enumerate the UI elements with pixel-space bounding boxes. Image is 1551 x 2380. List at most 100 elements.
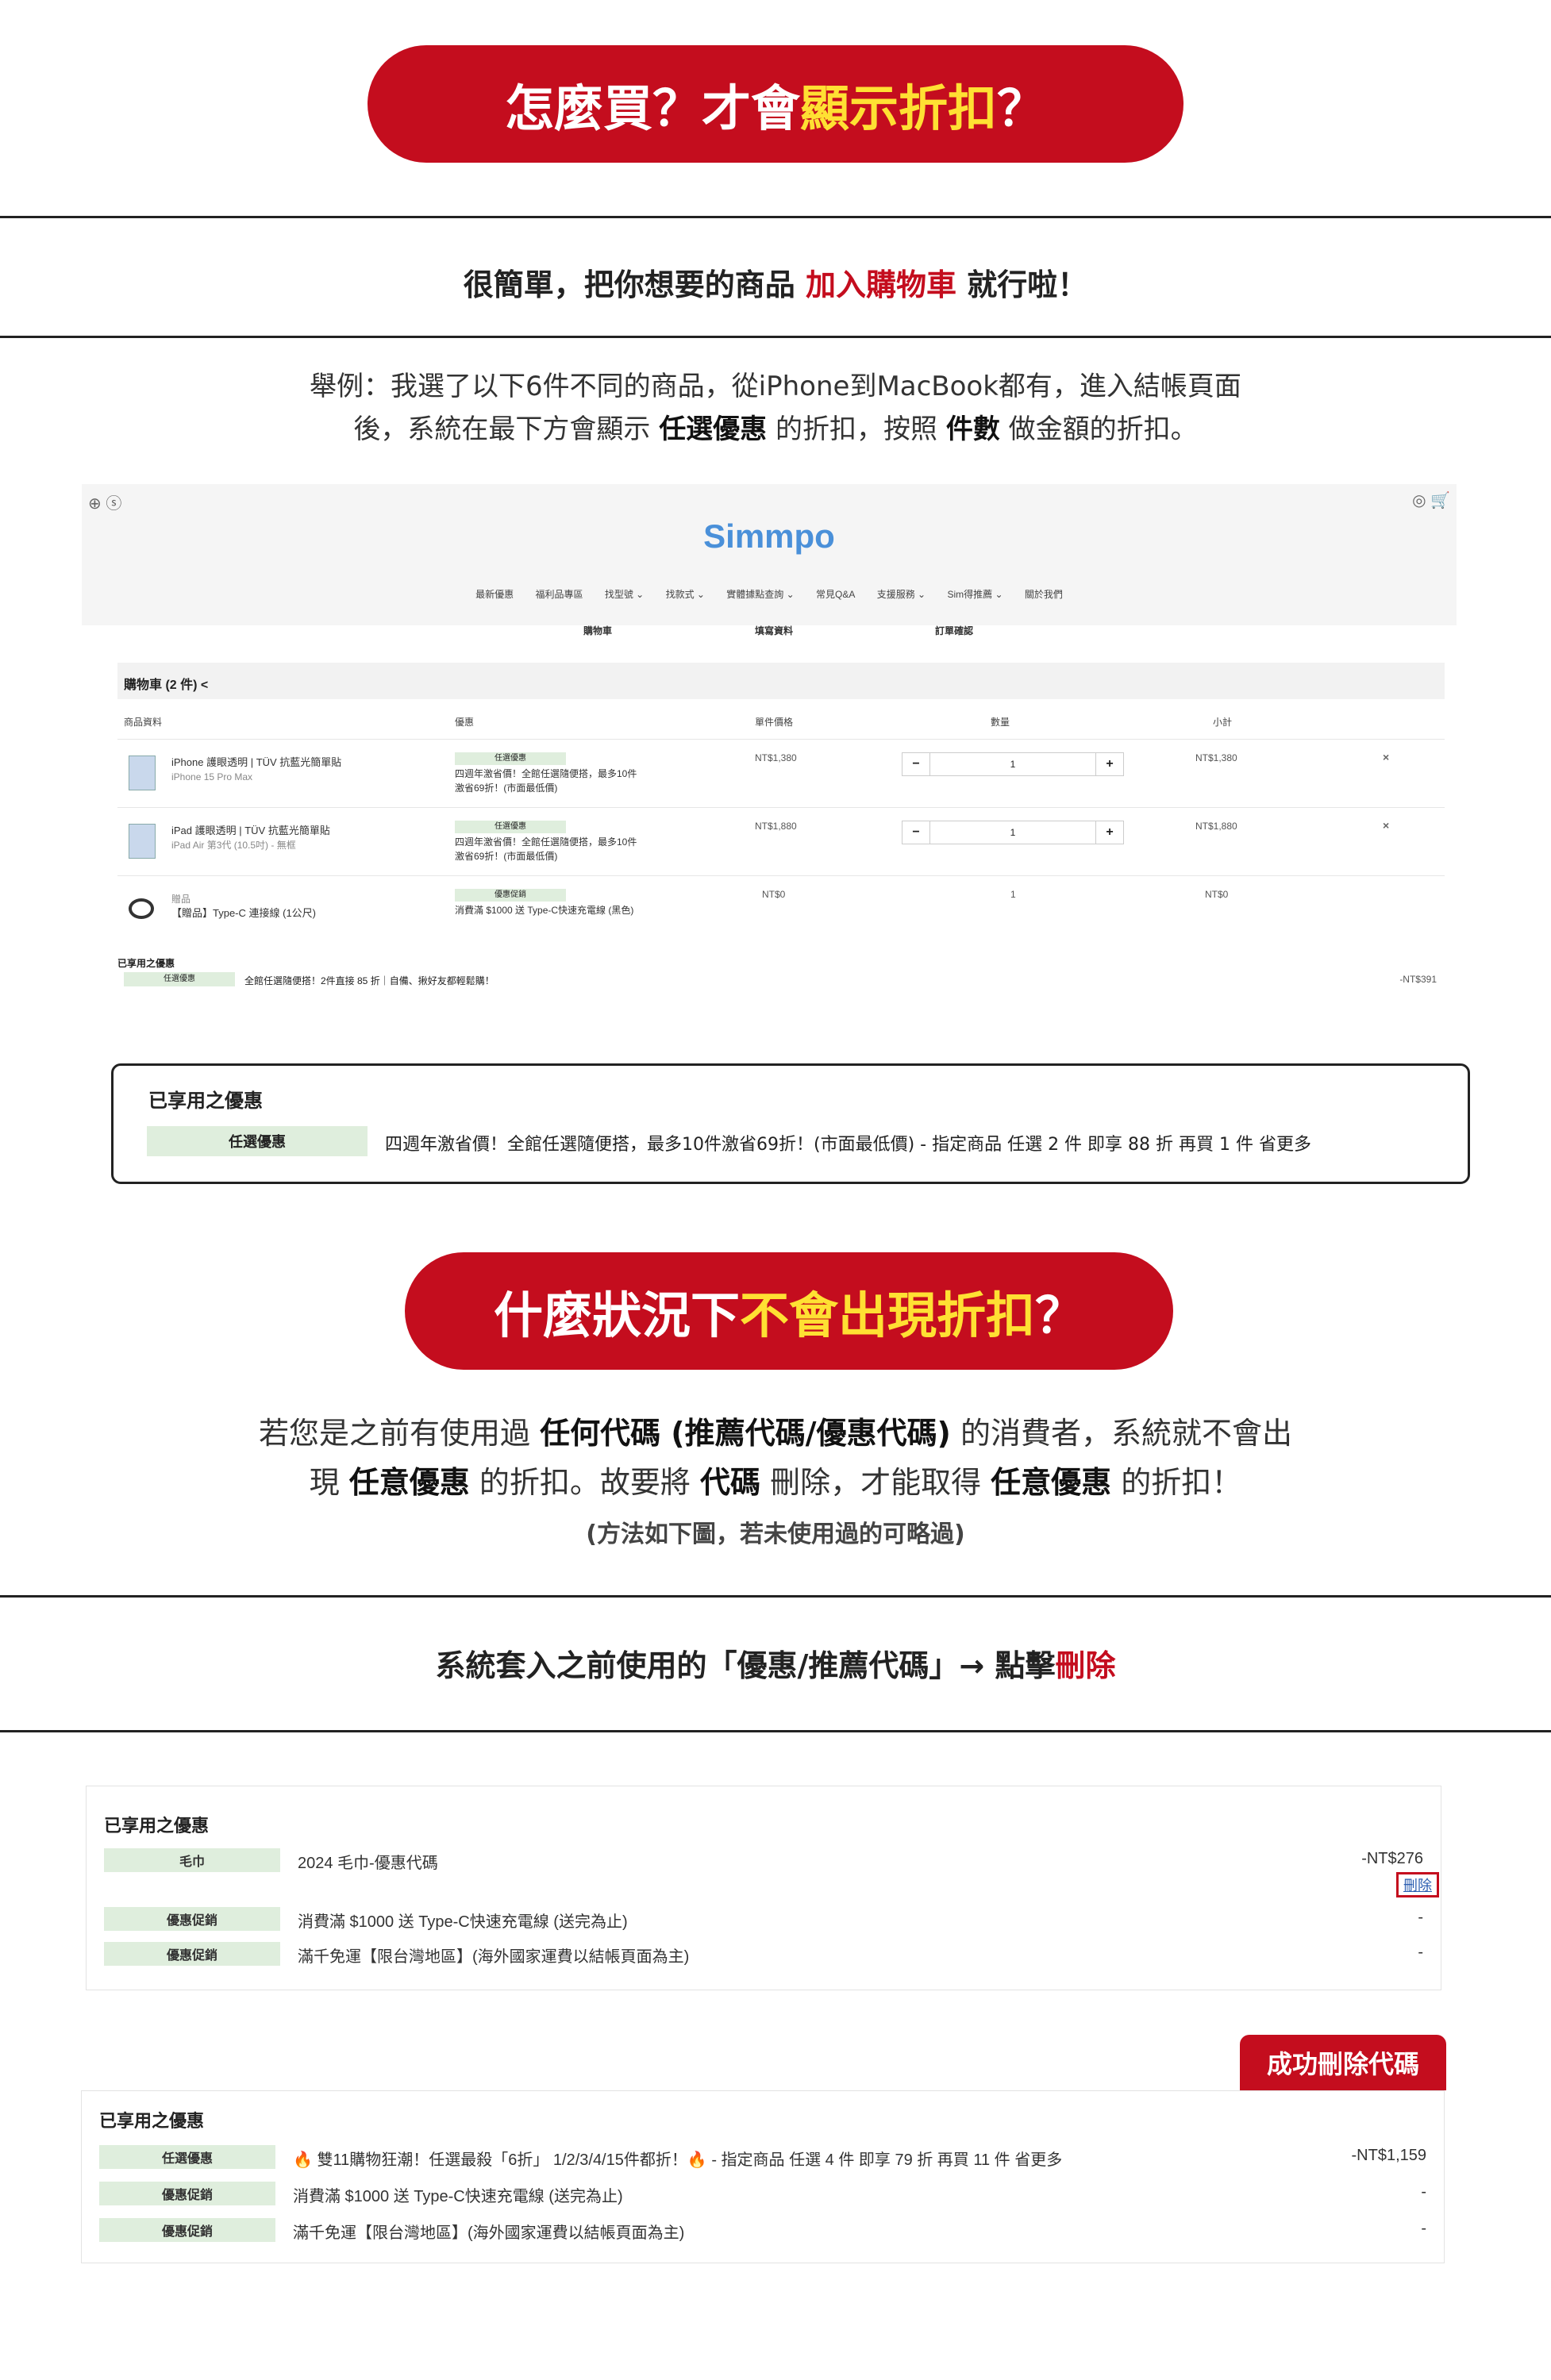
- delete-code-link[interactable]: 刪除: [1396, 1872, 1439, 1897]
- promo-tag: 優惠促銷: [455, 889, 566, 902]
- increase-button[interactable]: +: [1096, 821, 1123, 844]
- offer-amount: -NT$276: [1361, 1850, 1423, 1867]
- offer-tag: 任選優惠: [124, 972, 235, 986]
- table-row: iPhone 護眼透明 | TÜV 抗藍光簡單貼 iPhone 15 Pro Ma…: [117, 739, 1445, 807]
- used-offer-row: 任選優惠 全館任選隨便搭！2件直接 85 折｜自備、揪好友都輕鬆購！ -NT$3…: [117, 972, 1445, 988]
- unit-price: NT$1,880: [755, 821, 797, 832]
- offer-row: 毛巾 2024 毛巾-優惠代碼: [104, 1848, 1422, 1875]
- promo-tag: 任選優惠: [455, 821, 566, 833]
- site-logo[interactable]: Simmpo: [82, 517, 1457, 556]
- offer-amount: -NT$391: [1399, 974, 1437, 985]
- offer-row: 優惠促銷 滿千免運【限台灣地區】(海外國家運費以結帳頁面為主): [104, 1942, 1422, 1969]
- offer-amount: -: [1421, 2183, 1426, 2201]
- box-tag: 任選優惠: [147, 1126, 368, 1156]
- note-text: (方法如下圖，若未使用過的可略過): [586, 1521, 965, 1548]
- subtitle-suffix: 就行啦！: [956, 267, 1088, 302]
- box-title: 已享用之優惠: [148, 1090, 263, 1112]
- quantity-value: 1: [1010, 889, 1016, 900]
- offer-row: 優惠促銷 消費滿 $1000 送 Type-C快速充電線 (送完為止): [99, 2182, 1425, 2209]
- quantity-value[interactable]: 1: [929, 821, 1096, 844]
- nav-item[interactable]: 最新優惠: [475, 589, 514, 600]
- offer-amount: -: [1418, 1909, 1423, 1926]
- instruction-red: 刪除: [1055, 1648, 1116, 1683]
- decrease-button[interactable]: −: [903, 821, 929, 844]
- increase-button[interactable]: +: [1096, 753, 1123, 775]
- pill-end: ？: [1035, 1286, 1085, 1344]
- offer-tag: 優惠促銷: [104, 1942, 280, 1966]
- remove-item-icon[interactable]: ×: [1383, 819, 1389, 832]
- site-header: ⊕ ⓢ ◎ 🛒 Simmpo 最新優惠 福利品專區 找型號 ⌄ 找款式 ⌄ 實體…: [82, 484, 1457, 625]
- offer-text: 🔥 雙11購物狂潮！任選最殺「6折」 1/2/3/4/15件都折！🔥 - 指定商…: [293, 2151, 1063, 2169]
- cart-table: 購物車 (2 件) < 商品資料 優惠 單件價格 數量 小計 iPhone 護眼…: [117, 663, 1445, 988]
- nav-item[interactable]: 支援服務 ⌄: [877, 589, 926, 600]
- quantity-stepper: − 1 +: [902, 752, 1124, 776]
- product-name[interactable]: 贈品 【贈品】Type-C 連接線 (1公尺): [171, 892, 316, 921]
- pill-end: ？: [997, 79, 1047, 137]
- step-cart: 購物車: [583, 625, 613, 636]
- subtitle-red: 加入購物車: [805, 267, 956, 302]
- product-name[interactable]: iPhone 護眼透明 | TÜV 抗藍光簡單貼 iPhone 15 Pro Ma…: [171, 756, 341, 784]
- promo-text: 消費滿 $1000 送 Type-C快速充電線 (黑色): [455, 905, 634, 916]
- product-thumbnail[interactable]: [129, 824, 156, 859]
- product-thumbnail[interactable]: [129, 756, 156, 790]
- nav-item[interactable]: 實體據點查詢 ⌄: [726, 589, 794, 600]
- main-nav: 最新優惠 福利品專區 找型號 ⌄ 找款式 ⌄ 實體據點查詢 ⌄ 常見Q&A 支援…: [82, 587, 1457, 601]
- instruction-title: 系統套入之前使用的「優惠/推薦代碼」→ 點擊刪除: [0, 1641, 1551, 1685]
- promo-text: 四週年激省價！全館任選隨便搭，最多10件 激省69折！(市面最低價): [455, 768, 637, 794]
- panel-title: 已享用之優惠: [99, 2111, 205, 2131]
- quantity-stepper: − 1 +: [902, 821, 1124, 844]
- offer-row: 優惠促銷 消費滿 $1000 送 Type-C快速充電線 (送完為止): [104, 1907, 1422, 1934]
- nav-item[interactable]: 常見Q&A: [816, 589, 855, 600]
- product-name[interactable]: iPad 護眼透明 | TÜV 抗藍光簡單貼 iPad Air 第3代 (10.5…: [171, 824, 330, 852]
- offer-row: 優惠促銷 滿千免運【限台灣地區】(海外國家運費以結帳頁面為主): [99, 2218, 1425, 2245]
- quantity-value[interactable]: 1: [929, 753, 1096, 775]
- used-offers-panel-after: 已享用之優惠 任選優惠 🔥 雙11購物狂潮！任選最殺「6折」 1/2/3/4/1…: [81, 2090, 1445, 2263]
- heading-pill-no-discount: 什麼狀況下 不會出現折扣 ？: [405, 1252, 1173, 1370]
- divider: [0, 216, 1551, 218]
- nav-item[interactable]: 找款式 ⌄: [666, 589, 705, 600]
- divider: [0, 1595, 1551, 1598]
- step-info: 填寫資料: [755, 625, 794, 636]
- col-header: 小計: [1213, 717, 1233, 728]
- cart-screenshot: ⊕ ⓢ ◎ 🛒 Simmpo 最新優惠 福利品專區 找型號 ⌄ 找款式 ⌄ 實體…: [82, 484, 1457, 992]
- success-badge: 成功刪除代碼: [1240, 2035, 1446, 2090]
- para-line2: 現 任意優惠 的折扣。故要將 代碼 刪除，才能取得 任意優惠 的折扣！: [309, 1465, 1242, 1500]
- offer-text: 滿千免運【限台灣地區】(海外國家運費以結帳頁面為主): [298, 1948, 690, 1966]
- instruction-prefix: 系統套入之前使用的「優惠/推薦代碼」→ 點擊: [435, 1648, 1056, 1683]
- nav-item[interactable]: 找型號 ⌄: [605, 589, 644, 600]
- offer-amount: -: [1421, 2220, 1426, 2237]
- nav-item[interactable]: Sim得推薦 ⌄: [947, 589, 1003, 600]
- promo-tag: 任選優惠: [455, 752, 566, 765]
- pill-highlight: 不會出現折扣: [739, 1286, 1035, 1344]
- table-row: iPad 護眼透明 | TÜV 抗藍光簡單貼 iPad Air 第3代 (10.5…: [117, 807, 1445, 875]
- para-line2: 後，系統在最下方會顯示 任選優惠 的折扣，按照 件數 做金額的折扣。: [353, 413, 1198, 445]
- unit-price: NT$1,380: [755, 752, 797, 763]
- cart-icon[interactable]: ◎ 🛒: [1412, 490, 1450, 510]
- globe-icon[interactable]: ⊕ ⓢ: [88, 490, 121, 513]
- explain-paragraph: 若您是之前有使用過 任何代碼 (推薦代碼/優惠代碼) 的消費者，系統就不會出 現…: [0, 1409, 1551, 1507]
- pill-text: 什麼狀況下: [493, 1286, 740, 1344]
- offer-text: 全館任選隨便搭！2件直接 85 折｜自備、揪好友都輕鬆購！: [244, 975, 495, 986]
- para-line1: 舉例：我選了以下6件不同的商品，從iPhone到MacBook都有，進入結帳頁面: [310, 371, 1241, 402]
- nav-item[interactable]: 福利品專區: [535, 589, 583, 600]
- promo-text: 四週年激省價！全館任選隨便搭，最多10件 激省69折！(市面最低價): [455, 836, 637, 862]
- used-offers-panel-before: 已享用之優惠 毛巾 2024 毛巾-優惠代碼 -NT$276 刪除 優惠促銷 消…: [86, 1786, 1441, 1990]
- para-line1: 若您是之前有使用過 任何代碼 (推薦代碼/優惠代碼) 的消費者，系統就不會出: [258, 1416, 1293, 1451]
- decrease-button[interactable]: −: [903, 753, 929, 775]
- nav-item[interactable]: 關於我們: [1025, 589, 1063, 600]
- intro-paragraph: 舉例：我選了以下6件不同的商品，從iPhone到MacBook都有，進入結帳頁面…: [0, 365, 1551, 451]
- pill-text: 怎麼買？才會: [504, 79, 800, 137]
- offer-tag: 任選優惠: [99, 2145, 275, 2169]
- subtotal: NT$1,380: [1195, 752, 1237, 763]
- table-row: 贈品 【贈品】Type-C 連接線 (1公尺) 優惠促銷 消費滿 $1000 送 …: [117, 875, 1445, 944]
- divider: [0, 1730, 1551, 1732]
- remove-item-icon[interactable]: ×: [1383, 751, 1389, 763]
- cable-icon: [129, 898, 154, 919]
- offer-tag: 優惠促銷: [104, 1907, 280, 1931]
- used-offers-title: 已享用之優惠: [117, 958, 175, 969]
- offer-tag: 毛巾: [104, 1848, 280, 1872]
- offer-amount: -: [1418, 1944, 1423, 1961]
- heading-pill-how-to-buy: 怎麼買？才會 顯示折扣 ？: [368, 45, 1183, 163]
- subtitle-prefix: 很簡單，把你想要的商品: [463, 267, 806, 302]
- offer-row: 任選優惠 🔥 雙11購物狂潮！任選最殺「6折」 1/2/3/4/15件都折！🔥 …: [99, 2145, 1425, 2172]
